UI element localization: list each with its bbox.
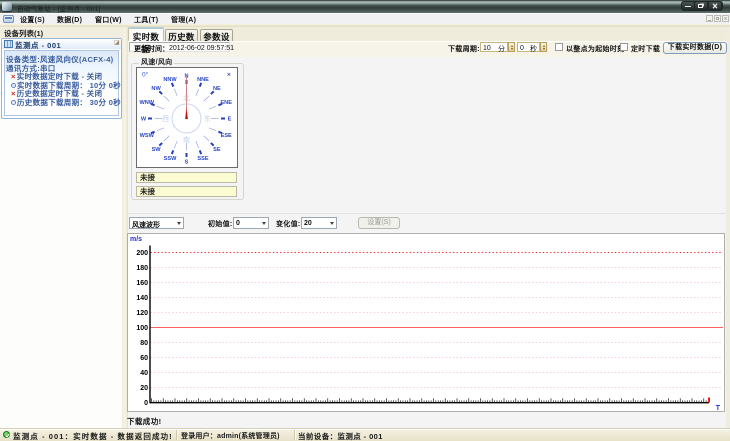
svg-text:160: 160 [136,280,148,287]
svg-text:140: 140 [136,295,148,302]
svg-text:ENE: ENE [220,100,232,106]
svg-text:SW: SW [152,147,162,153]
svg-text:W: W [141,117,147,123]
svg-text:WSW: WSW [140,133,155,139]
svg-text:E: E [228,117,232,123]
svg-text:南: 南 [183,135,190,144]
svg-text:60: 60 [140,355,148,362]
svg-text:S: S [185,160,189,166]
svg-text:120: 120 [136,310,148,317]
svg-text:×: × [227,72,231,79]
svg-text:WNW: WNW [139,100,154,106]
svg-text:0: 0 [144,400,148,407]
svg-text:西: 西 [162,115,169,123]
svg-text:东: 东 [204,114,211,123]
svg-text:40: 40 [140,370,148,377]
svg-text:80: 80 [140,340,148,347]
svg-text:SSW: SSW [164,156,177,162]
svg-text:NE: NE [213,86,221,92]
svg-text:180: 180 [136,265,148,272]
svg-text:NNW: NNW [163,77,177,83]
svg-text:200: 200 [136,250,148,257]
svg-text:SE: SE [213,147,221,153]
svg-text:ESE: ESE [221,133,232,139]
svg-text:NNE: NNE [197,77,209,83]
svg-text:T: T [716,405,721,410]
svg-text:m/s: m/s [130,236,142,243]
svg-text:100: 100 [136,325,148,332]
svg-text:SSE: SSE [197,156,208,162]
svg-text:NW: NW [151,86,161,92]
svg-text:20: 20 [140,385,148,392]
svg-text:0°: 0° [142,71,149,79]
